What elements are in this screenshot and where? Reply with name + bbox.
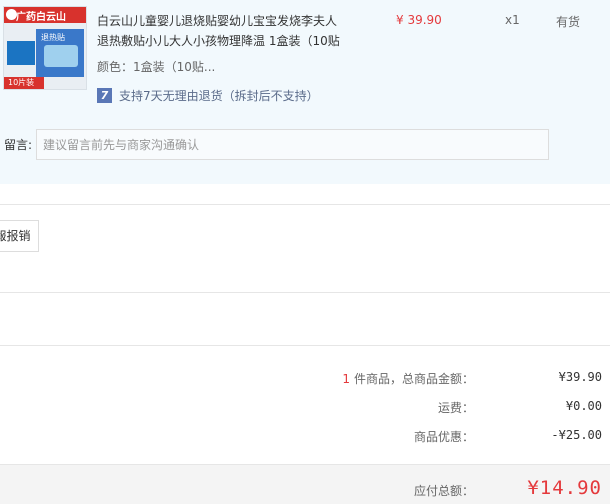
thumbnail-count-band: 10片装	[4, 77, 44, 89]
seven-day-return-icon: 7	[97, 87, 112, 103]
shipping-value: ¥0.00	[565, 399, 602, 413]
brand-logo-icon	[6, 9, 17, 20]
item-count: 1	[342, 372, 350, 386]
summary-items-row: 1 件商品，总商品金额： ¥39.90	[0, 370, 610, 390]
stock-status: 有货	[556, 15, 581, 29]
product-spec: 颜色：1盒装（10贴...	[97, 60, 216, 74]
invoice-button-label: 報报销	[0, 229, 31, 243]
payable-label: 应付总额：	[413, 484, 474, 498]
shipping-label: 运费：	[437, 401, 474, 415]
remark-input[interactable]	[36, 129, 549, 160]
payable-value: ¥14.90	[527, 477, 602, 499]
items-total-label: 1 件商品，总商品金额：	[342, 370, 474, 387]
items-total-value: ¥39.90	[558, 370, 602, 384]
order-item: 广药白云山 退热贴 10片装 白云山儿童婴儿退烧贴婴幼儿宝宝发烧李夫人退热敷贴小…	[0, 0, 610, 184]
thumbnail-box-text: 退热贴	[41, 33, 65, 42]
thumbnail-count-text: 10片装	[8, 78, 35, 87]
discount-value: -¥25.00	[551, 428, 602, 442]
product-quantity: x1	[505, 13, 520, 27]
divider	[0, 204, 610, 205]
divider	[0, 345, 610, 346]
product-title: 白云山儿童婴儿退烧贴婴幼儿宝宝发烧李夫人退热敷贴小儿大人小孩物理降温 1盒装（1…	[97, 11, 347, 51]
thumbnail-brand-text: 广药白云山	[16, 12, 66, 23]
items-total-text: 件商品，总商品金额：	[353, 372, 474, 386]
summary-discount-row: 商品优惠： -¥25.00	[0, 428, 610, 448]
remark-label: 留言:	[4, 138, 33, 152]
product-title-link[interactable]: 白云山儿童婴儿退烧贴婴幼儿宝宝发烧李夫人退热敷贴小儿大人小孩物理降温 1盒装（1…	[97, 14, 340, 48]
discount-label: 商品优惠：	[413, 430, 474, 444]
return-policy-text: 支持7天无理由退货（拆封后不支持）	[119, 88, 319, 103]
summary-shipping-row: 运费： ¥0.00	[0, 399, 610, 419]
return-policy: 7 支持7天无理由退货（拆封后不支持）	[97, 86, 319, 104]
product-thumbnail[interactable]: 广药白云山 退热贴 10片装	[3, 6, 87, 90]
gel-patch-image	[44, 45, 78, 67]
divider	[0, 292, 610, 293]
payable-total-bar: 应付总额： ¥14.90	[0, 464, 610, 504]
thumbnail-side-panel	[7, 41, 35, 65]
invoice-button[interactable]: 報报销	[0, 220, 39, 252]
product-price: ¥ 39.90	[396, 13, 442, 27]
